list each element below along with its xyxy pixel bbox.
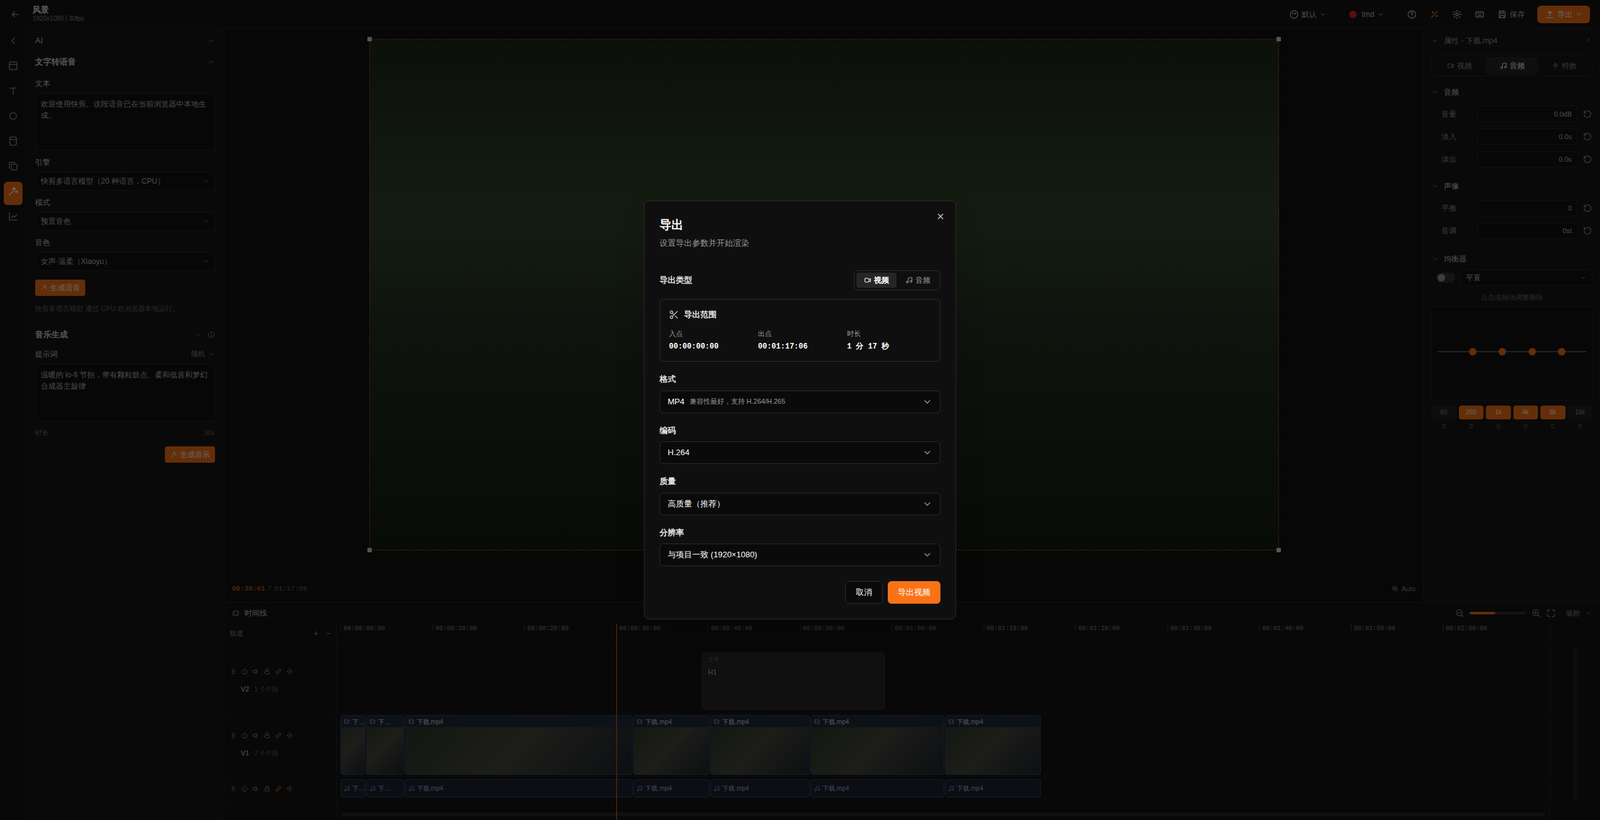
chevron-down-icon (922, 447, 933, 458)
export-video-button[interactable]: 导出视频 (887, 581, 941, 604)
select-value-group: 与项目一致 (1920×1080) (667, 548, 758, 562)
select-value-group: MP4 兼容性最好，支持 H.264/H.265 (667, 395, 786, 409)
export-type-option[interactable]: 视频 (856, 272, 897, 288)
range-field: 入点00:00:00:00 (668, 328, 753, 353)
range-field: 出点00:01:17:06 (757, 328, 843, 353)
select-value: 与项目一致 (1920×1080) (667, 548, 758, 562)
dialog-title: 导出 (659, 216, 941, 235)
chevron-down-icon (922, 396, 933, 407)
select-value: 高质量（推荐） (667, 497, 725, 511)
range-label: 出点 (757, 328, 843, 340)
select[interactable]: 与项目一致 (1920×1080) (659, 543, 941, 567)
close-button[interactable]: × (936, 210, 945, 223)
form-field: 分辨率与项目一致 (1920×1080) (659, 526, 941, 567)
select-value: H.264 (667, 446, 690, 459)
form-field: 质量高质量（推荐） (659, 475, 941, 516)
export-type-row: 导出类型 视频 音频 (659, 270, 941, 291)
select[interactable]: MP4 兼容性最好，支持 H.264/H.265 (659, 390, 941, 414)
modal-overlay: ×导出设置导出参数并开始渲染导出类型视频音频导出范围入点00:00:00:00出… (0, 0, 1600, 820)
dialog-subtitle: 设置导出参数并开始渲染 (659, 236, 941, 250)
export-dialog: ×导出设置导出参数并开始渲染导出类型视频音频导出范围入点00:00:00:00出… (643, 200, 957, 620)
select-hint: 兼容性最好，支持 H.264/H.265 (689, 396, 786, 407)
range-value: 1 分 17 秒 (847, 341, 932, 353)
range-value: 00:01:17:06 (757, 341, 843, 353)
chevron-down-icon (922, 549, 933, 560)
range-fields: 入点00:00:00:00出点00:01:17:06时长1 分 17 秒 (668, 328, 932, 353)
dialog-actions: 取消导出视频 (659, 581, 941, 604)
select[interactable]: 高质量（推荐） (659, 492, 941, 516)
range-label: 入点 (668, 328, 753, 340)
video-icon (863, 276, 872, 285)
cancel-button[interactable]: 取消 (845, 581, 883, 604)
form-field: 编码 H.264 (659, 424, 941, 465)
select-value-group: H.264 (667, 446, 690, 459)
music-icon (905, 276, 913, 285)
option-label: 音频 (915, 274, 931, 286)
field-label: 导出类型 (659, 273, 693, 287)
range-label: 时长 (847, 328, 932, 340)
range-title: 导出范围 (684, 308, 717, 322)
form-field: 格式 MP4 兼容性最好，支持 H.264/H.265 (659, 373, 941, 414)
range-field: 时长1 分 17 秒 (847, 328, 932, 353)
chevron-down-icon (922, 499, 933, 510)
field-label: 格式 (659, 373, 941, 386)
export-type-toggle: 视频 音频 (853, 270, 941, 291)
select[interactable]: H.264 (659, 441, 941, 464)
range-header: 导出范围 (668, 308, 932, 322)
select-value-group: 高质量（推荐） (667, 497, 725, 511)
option-label: 视频 (873, 274, 890, 286)
scissors-icon (668, 309, 679, 320)
export-range: 导出范围入点00:00:00:00出点00:01:17:06时长1 分 17 秒 (659, 299, 941, 362)
select-value: MP4 (667, 395, 685, 409)
field-label: 质量 (659, 475, 941, 488)
range-value: 00:00:00:00 (668, 341, 753, 353)
field-label: 分辨率 (659, 526, 941, 540)
field-label: 编码 (659, 424, 941, 437)
export-type-option[interactable]: 音频 (897, 272, 938, 288)
